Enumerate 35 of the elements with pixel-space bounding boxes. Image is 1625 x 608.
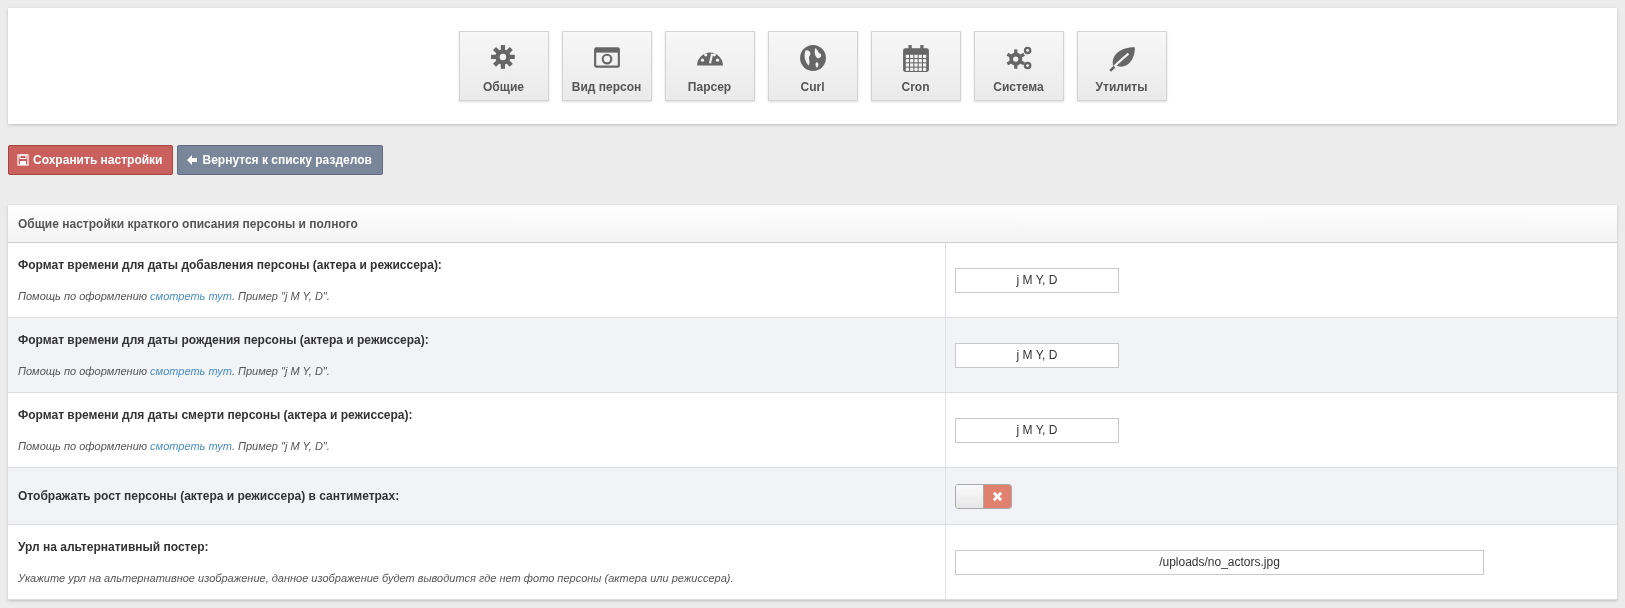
- setting-label: Формат времени для даты смерти персоны (актера и режиссера):: [18, 408, 414, 422]
- close-icon: [992, 490, 1003, 502]
- help-text: Помощь по оформлению смотреть тут. Пример "j M Y, D".: [18, 440, 331, 452]
- toggle-switch[interactable]: [955, 483, 1012, 509]
- nav-tile[interactable]: Curl: [767, 31, 858, 101]
- save-button[interactable]: Сохранить настройки: [8, 145, 174, 175]
- back-button[interactable]: Вернутся к списку разделов: [177, 145, 383, 175]
- gears-icon: [1004, 44, 1033, 72]
- gear-icon: [489, 44, 518, 72]
- setting-label: Урл на альтернативный постер:: [18, 540, 210, 554]
- arrow-left-icon: [186, 154, 199, 166]
- nav-tile[interactable]: Общие: [458, 31, 549, 101]
- nav-tile[interactable]: Вид персон: [561, 31, 652, 101]
- setting-label: Отображать рост персоны (актера и режиссера) в сантиметрах:: [18, 489, 401, 503]
- help-text: Помощь по оформлению смотреть тут. Пример "j M Y, D".: [18, 365, 331, 377]
- globe-icon: [798, 44, 827, 72]
- floppy-icon: [17, 154, 29, 166]
- nav-tile[interactable]: Парсер: [664, 31, 755, 101]
- url-input[interactable]: /uploads/no_actors.jpg: [955, 549, 1484, 575]
- help-link[interactable]: смотреть тут: [150, 365, 232, 377]
- help-text: Помощь по оформлению смотреть тут. Пример "j M Y, D".: [18, 290, 331, 302]
- panel-title: Общие настройки краткого описания персоны и полного: [8, 205, 1617, 243]
- help-text: Укажите урл на альтернативное изображение, данное изображение будет выводится где нет фото персоны (актера или режиссера).: [18, 572, 735, 584]
- format-input[interactable]: j M Y, D: [955, 267, 1119, 293]
- format-input[interactable]: j M Y, D: [955, 342, 1119, 368]
- nav-tile[interactable]: Cron: [870, 31, 961, 101]
- help-link[interactable]: смотреть тут: [150, 440, 232, 452]
- setting-label: Формат времени для даты добавления персоны (актера и режиссера):: [18, 258, 443, 272]
- leaf-icon: [1107, 44, 1136, 72]
- calendar-icon: [901, 44, 930, 72]
- setting-label: Формат времени для даты рождения персоны (актера и режиссера):: [18, 333, 430, 347]
- nav-tile[interactable]: Утилиты: [1076, 31, 1167, 101]
- help-link[interactable]: смотреть тут: [150, 290, 232, 302]
- nav-tile[interactable]: Система: [973, 31, 1064, 101]
- format-input[interactable]: j M Y, D: [955, 417, 1119, 443]
